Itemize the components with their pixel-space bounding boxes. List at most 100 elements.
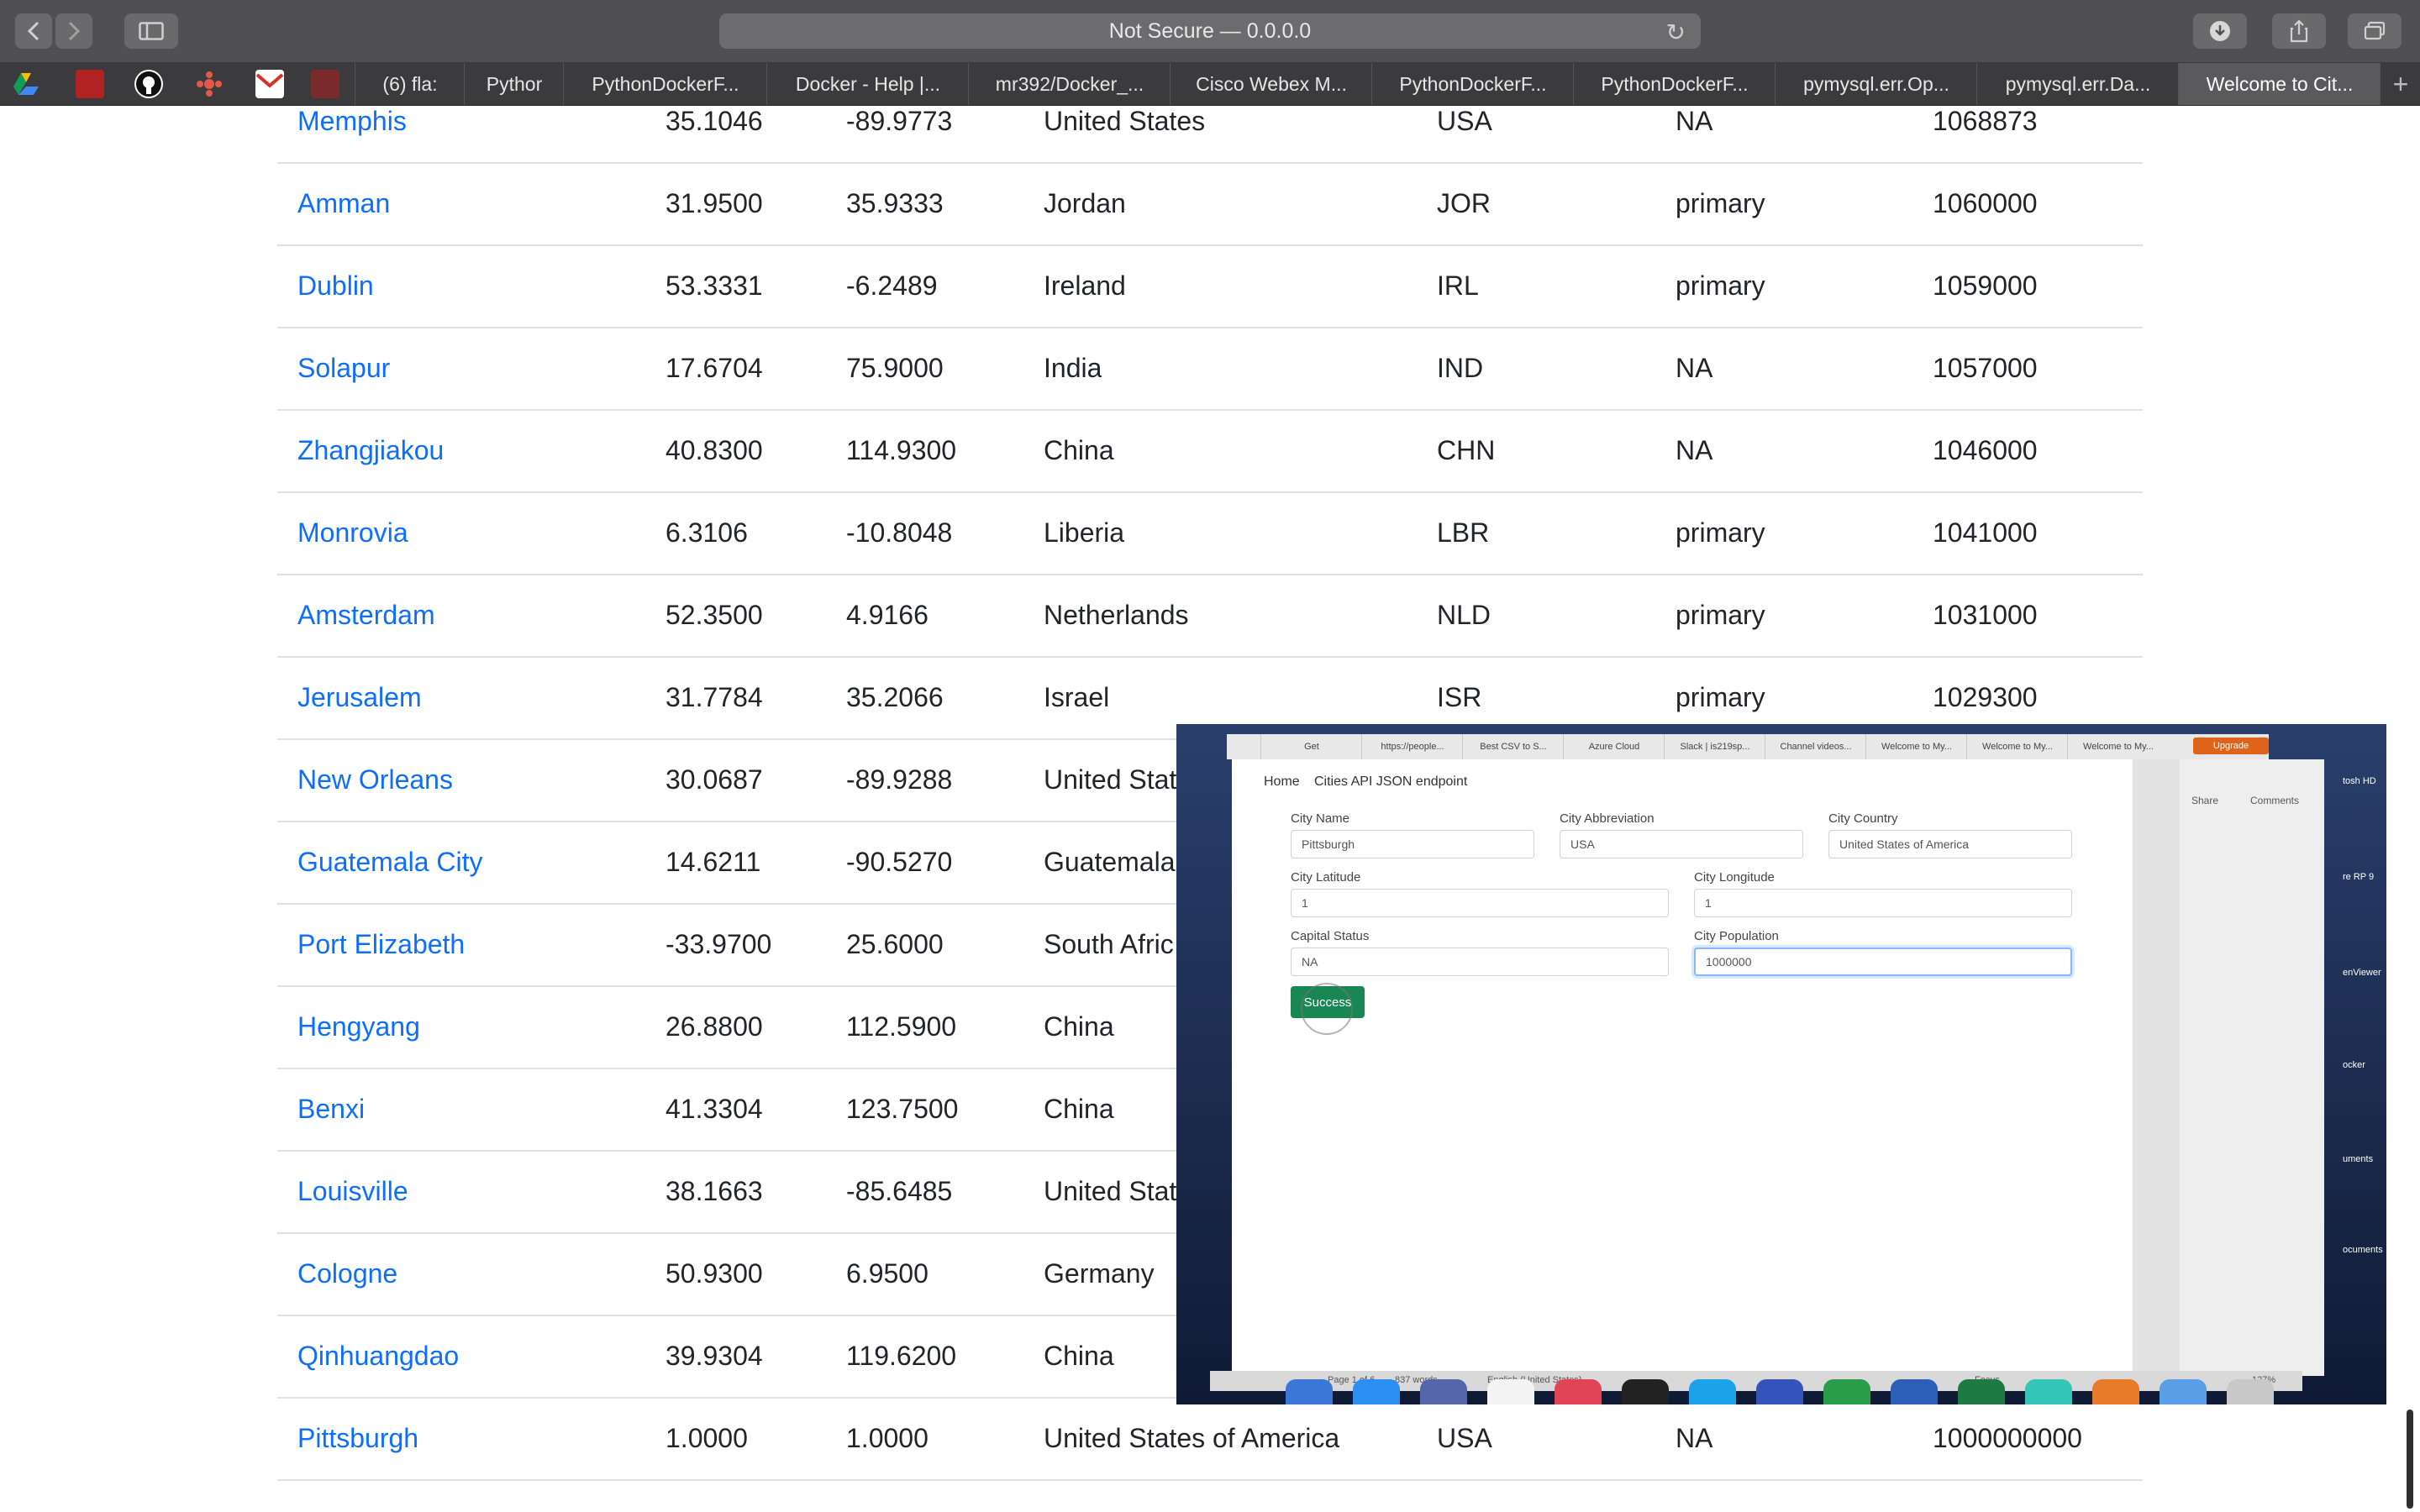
scrollbar-thumb[interactable]: [2407, 1410, 2413, 1509]
country-cell: China: [1044, 435, 1114, 465]
video-tab[interactable]: Welcome to My...: [1865, 734, 1967, 759]
city-name-link[interactable]: Cologne: [297, 1233, 397, 1315]
video-tab[interactable]: Best CSV to S...: [1462, 734, 1564, 759]
latitude-cell: 1.0000: [666, 1423, 748, 1453]
city-name-link[interactable]: Louisville: [297, 1151, 408, 1232]
video-desktop-icon-label: tosh HD: [2343, 776, 2376, 786]
city-name-link[interactable]: Hengyang: [297, 986, 420, 1068]
video-input-country[interactable]: United States of America: [1828, 830, 2072, 858]
longitude-cell: 1.0000: [846, 1423, 929, 1453]
country-cell: United States of America: [1044, 1423, 1340, 1453]
country-cell: South Afric: [1044, 929, 1174, 959]
share-button[interactable]: [2272, 13, 2326, 49]
latitude-cell: 30.0687: [666, 764, 763, 795]
country-cell: Netherlands: [1044, 600, 1189, 630]
longitude-cell: 112.5900: [846, 1011, 957, 1042]
pinwheel-icon[interactable]: [195, 70, 224, 98]
population-cell: 1057000: [1933, 353, 2038, 383]
latitude-cell: 31.7784: [666, 682, 763, 712]
abbreviation-cell: CHN: [1437, 435, 1496, 465]
city-name-link[interactable]: Solapur: [297, 328, 390, 409]
video-tab[interactable]: Get: [1260, 734, 1362, 759]
downloads-button[interactable]: [2193, 13, 2247, 49]
video-tab[interactable]: Welcome to My...: [1966, 734, 2068, 759]
back-button[interactable]: [15, 13, 52, 49]
latitude-cell: 26.8800: [666, 1011, 763, 1042]
google-drive-icon[interactable]: [12, 70, 40, 98]
city-name-link[interactable]: Dublin: [297, 245, 374, 327]
address-bar[interactable]: Not Secure — 0.0.0.0 ↻: [719, 13, 1701, 49]
video-tab[interactable]: Azure Cloud: [1563, 734, 1665, 759]
video-label-population: City Population: [1694, 929, 1779, 943]
abbreviation-cell: JOR: [1437, 188, 1491, 218]
video-input-abbr[interactable]: USA: [1560, 830, 1803, 858]
table-row: Solapur 17.6704 75.9000 India IND NA 1057000: [277, 328, 2143, 411]
new-tab-button[interactable]: +: [2380, 63, 2420, 105]
latitude-cell: 14.6211: [666, 847, 761, 877]
latitude-cell: 31.9500: [666, 188, 763, 218]
city-name-link[interactable]: Monrovia: [297, 492, 408, 574]
city-name-link[interactable]: Guatemala City: [297, 822, 483, 903]
population-cell: 1031000: [1933, 600, 2038, 630]
video-label-abbr: City Abbreviation: [1560, 811, 1655, 826]
reload-icon[interactable]: ↻: [1666, 18, 1686, 46]
url-text: Not Secure — 0.0.0.0: [1108, 18, 1312, 43]
sidebar-toggle-button[interactable]: [124, 13, 178, 49]
video-desktop-icon-label: enViewer: [2343, 968, 2381, 978]
longitude-cell: -6.2489: [846, 270, 938, 301]
video-input-city-name[interactable]: Pittsburgh: [1291, 830, 1534, 858]
download-icon: [2210, 21, 2230, 41]
plus-icon: +: [2392, 68, 2409, 99]
population-cell: 1000000000: [1933, 1423, 2082, 1453]
abbreviation-cell: NLD: [1437, 600, 1491, 630]
github-icon[interactable]: [134, 70, 163, 98]
table-row: Memphis 35.1046 -89.9773 United States USA NA…: [277, 81, 2143, 164]
video-dock-browser-icon: [1756, 1379, 1803, 1404]
city-name-link[interactable]: New Orleans: [297, 739, 453, 821]
video-tab[interactable]: Channel videos...: [1765, 734, 1866, 759]
country-cell: Germany: [1044, 1258, 1155, 1289]
video-upgrade-button[interactable]: Upgrade: [2193, 738, 2269, 754]
video-tab[interactable]: Slack | is219sp...: [1664, 734, 1765, 759]
city-name-link[interactable]: Memphis: [297, 81, 407, 162]
video-comments-button[interactable]: Comments: [2250, 795, 2299, 806]
video-dock: [1235, 1379, 2328, 1404]
video-label-capital: Capital Status: [1291, 929, 1370, 943]
tab-11-active[interactable]: Welcome to Cit...: [2178, 63, 2381, 105]
longitude-cell: -89.9773: [846, 106, 953, 136]
country-cell: China: [1044, 1341, 1114, 1371]
chevron-left-icon: [27, 21, 39, 41]
country-cell: Liberia: [1044, 517, 1125, 548]
video-share-button[interactable]: Share: [2191, 795, 2218, 806]
city-name-link[interactable]: Pittsburgh: [297, 1398, 418, 1479]
city-name-link[interactable]: Amsterdam: [297, 575, 435, 656]
longitude-cell: 123.7500: [846, 1094, 959, 1124]
video-tab[interactable]: https://people...: [1361, 734, 1463, 759]
table-row: Amsterdam 52.3500 4.9166 Netherlands NLD prim…: [277, 575, 2143, 658]
country-cell: Guatemala: [1044, 847, 1176, 877]
video-nav-endpoint[interactable]: Cities API JSON endpoint: [1314, 774, 1467, 790]
city-name-link[interactable]: Jerusalem: [297, 657, 422, 738]
video-input-lat[interactable]: 1: [1291, 889, 1669, 917]
capital-status-cell: NA: [1676, 353, 1713, 383]
city-name-link[interactable]: Zhangjiakou: [297, 410, 444, 491]
video-label-city-name: City Name: [1291, 811, 1350, 826]
video-tab[interactable]: Welcome to My...: [2067, 734, 2169, 759]
video-nav-home[interactable]: Home: [1264, 774, 1300, 790]
city-name-link[interactable]: Qinhuangdao: [297, 1315, 459, 1397]
capital-status-cell: primary: [1676, 270, 1765, 301]
video-overlay[interactable]: Get https://people... Best CSV to S... Azur…: [1176, 724, 2386, 1404]
abbreviation-cell: USA: [1437, 106, 1492, 136]
video-dock-trash-icon: [2227, 1379, 2274, 1404]
city-name-link[interactable]: Benxi: [297, 1068, 365, 1150]
city-name-link[interactable]: Amman: [297, 163, 390, 244]
forward-button[interactable]: [55, 13, 92, 49]
latitude-cell: 52.3500: [666, 600, 763, 630]
city-name-link[interactable]: Port Elizabeth: [297, 904, 465, 985]
tab-overview-button[interactable]: [2348, 13, 2402, 49]
video-input-capital[interactable]: NA: [1291, 948, 1669, 976]
video-dock-finder-icon: [1286, 1379, 1333, 1404]
video-input-lng[interactable]: 1: [1694, 889, 2072, 917]
bookmark-red-icon[interactable]: [76, 70, 104, 98]
video-input-population[interactable]: 1000000: [1694, 948, 2072, 976]
